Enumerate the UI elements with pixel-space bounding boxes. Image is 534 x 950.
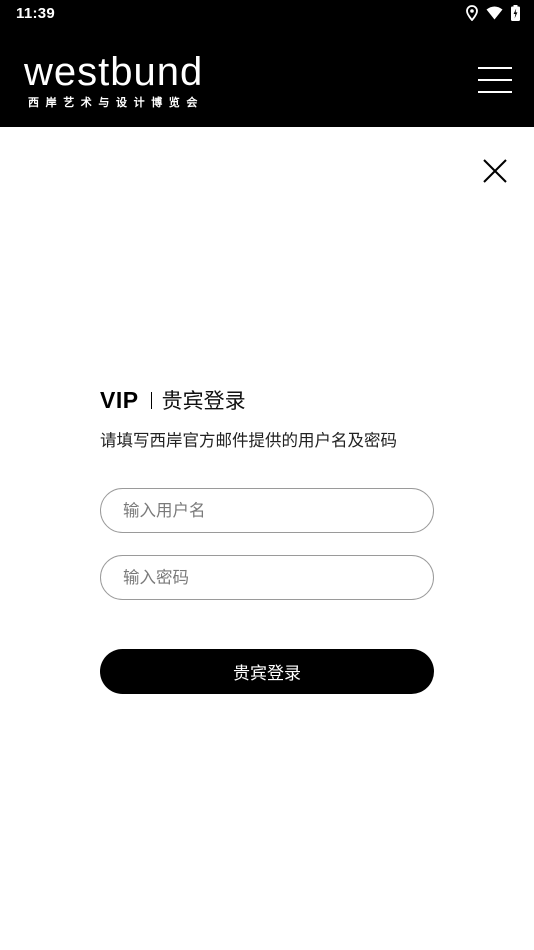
hamburger-menu-button[interactable]	[478, 66, 512, 94]
vip-label: VIP	[100, 386, 139, 413]
password-input[interactable]	[100, 555, 434, 600]
login-heading: VIP 贵宾登录	[100, 384, 434, 416]
logo-subtitle: 西岸艺术与设计博览会	[28, 96, 204, 109]
close-icon	[483, 159, 507, 183]
location-icon	[466, 5, 478, 21]
battery-charging-icon	[511, 5, 520, 21]
westbund-logo[interactable]: westbund 西岸艺术与设计博览会	[24, 52, 224, 112]
login-title: 贵宾登录	[161, 389, 246, 413]
username-input[interactable]	[100, 488, 434, 533]
heading-divider	[150, 391, 152, 409]
status-icons	[466, 5, 520, 21]
status-bar: 11:39	[0, 0, 534, 28]
login-description: 请填写西岸官方邮件提供的用户名及密码	[100, 431, 397, 450]
close-button[interactable]	[480, 156, 510, 186]
vip-login-button[interactable]: 贵宾登录	[100, 649, 434, 694]
app-header: westbund 西岸艺术与设计博览会	[0, 28, 534, 127]
wifi-icon	[486, 6, 503, 20]
logo-wordmark: westbund	[24, 50, 204, 94]
status-time: 11:39	[16, 5, 56, 22]
vip-login-form: VIP 贵宾登录 请填写西岸官方邮件提供的用户名及密码 贵宾登录	[100, 384, 434, 694]
hamburger-menu-icon	[478, 67, 512, 93]
